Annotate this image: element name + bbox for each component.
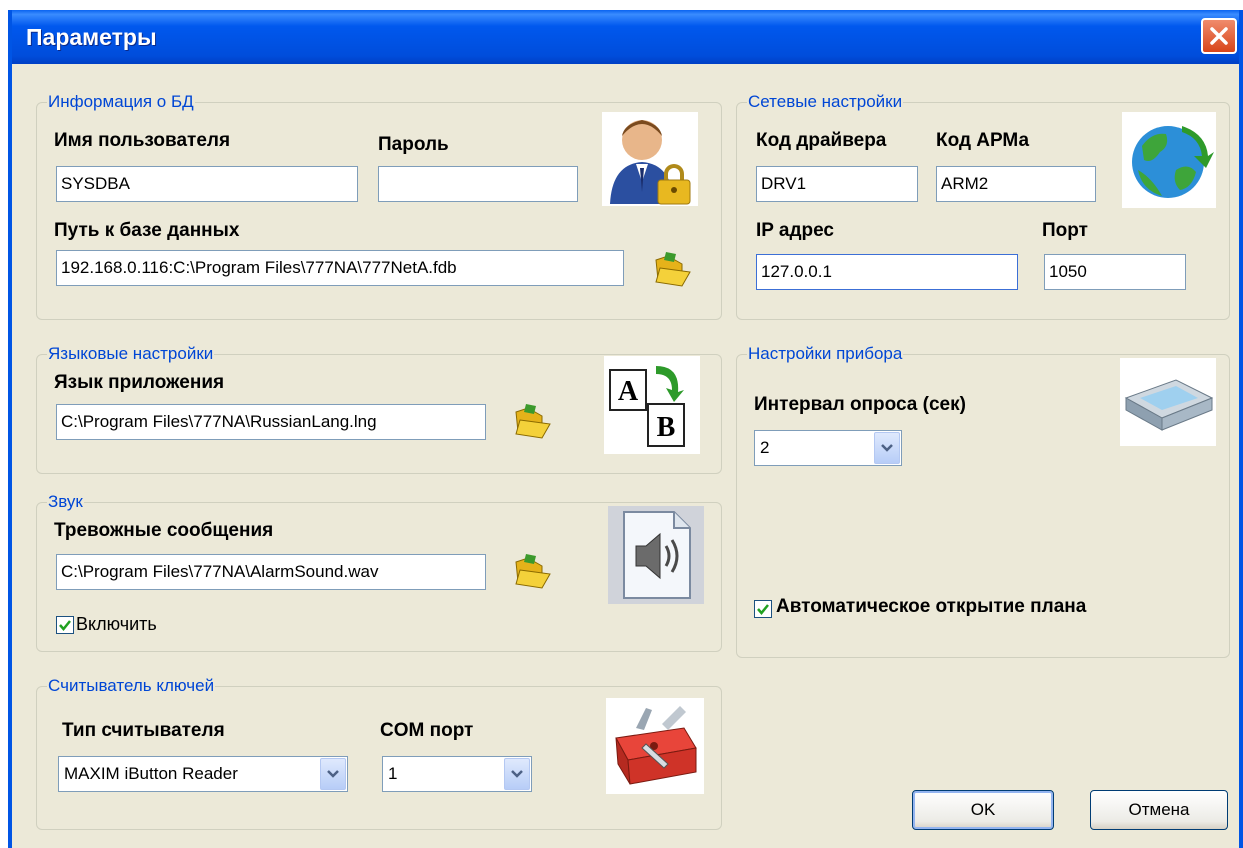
chevron-down-icon: [327, 770, 339, 778]
reader-type-dropdown-button[interactable]: [320, 758, 346, 790]
poll-interval-dropdown-button[interactable]: [874, 432, 900, 464]
db-path-label: Путь к базе данных: [54, 220, 240, 241]
ip-address-label: IP адрес: [756, 220, 835, 241]
db-path-field[interactable]: 192.168.0.116:C:\Program Files\777NA\777…: [56, 250, 624, 286]
checkmark-icon: [59, 620, 71, 631]
poll-interval-value: 2: [760, 438, 770, 457]
language-legend: Языковые настройки: [48, 344, 214, 363]
parameters-dialog: Параметры Информация о БД Имя пользовате…: [8, 10, 1243, 848]
svg-text:A: A: [618, 376, 639, 407]
network-legend: Сетевые настройки: [748, 92, 903, 111]
poll-interval-select[interactable]: 2: [754, 430, 902, 466]
username-label: Имя пользователя: [54, 130, 231, 151]
sound-legend: Звук: [48, 492, 83, 511]
svg-text:B: B: [657, 412, 676, 443]
translate-icon: A B: [604, 356, 700, 454]
close-button[interactable]: [1201, 18, 1237, 54]
driver-code-field[interactable]: DRV1: [756, 166, 918, 202]
globe-icon: [1122, 112, 1216, 208]
ok-button[interactable]: OK: [912, 790, 1054, 830]
alarm-messages-label: Тревожные сообщения: [54, 520, 274, 541]
username-field[interactable]: SYSDBA: [56, 166, 358, 202]
language-browse-button[interactable]: [512, 402, 552, 440]
port-label: Порт: [1042, 220, 1088, 241]
device-legend: Настройки прибора: [748, 344, 903, 363]
db-info-legend: Информация о БД: [48, 92, 194, 111]
dialog-client-area: Информация о БД Имя пользователя SYSDBA …: [12, 64, 1239, 848]
password-field[interactable]: [378, 166, 578, 202]
password-label: Пароль: [378, 134, 449, 155]
cancel-button[interactable]: Отмена: [1090, 790, 1228, 830]
toolbox-icon: [606, 698, 704, 794]
app-language-field[interactable]: C:\Program Files\777NA\RussianLang.lng: [56, 404, 486, 440]
user-lock-icon: [602, 112, 698, 206]
com-port-select[interactable]: 1: [382, 756, 532, 792]
com-port-dropdown-button[interactable]: [504, 758, 530, 790]
enable-sound-label[interactable]: Включить: [76, 614, 157, 635]
app-language-label: Язык приложения: [54, 372, 225, 393]
key-reader-legend: Считыватель ключей: [48, 676, 215, 695]
scanner-device-icon: [1120, 358, 1216, 446]
open-folder-icon: [655, 252, 691, 287]
title-bar[interactable]: Параметры: [12, 10, 1239, 64]
com-port-label: COM порт: [380, 720, 474, 741]
alarm-sound-browse-button[interactable]: [512, 552, 552, 590]
driver-code-label: Код драйвера: [756, 130, 887, 151]
ip-address-field[interactable]: 127.0.0.1: [756, 254, 1018, 290]
poll-interval-label: Интервал опроса (сек): [754, 394, 966, 415]
reader-type-select[interactable]: MAXIM iButton Reader: [58, 756, 348, 792]
window-title: Параметры: [26, 24, 157, 50]
enable-sound-checkbox[interactable]: [56, 616, 74, 634]
auto-open-plan-label[interactable]: Автоматическое открытие плана: [776, 596, 1086, 618]
chevron-down-icon: [881, 444, 893, 452]
auto-open-plan-checkbox[interactable]: [754, 600, 772, 618]
reader-type-label: Тип считывателя: [62, 720, 225, 741]
arm-code-field[interactable]: ARM2: [936, 166, 1096, 202]
port-field[interactable]: 1050: [1044, 254, 1186, 290]
alarm-sound-field[interactable]: C:\Program Files\777NA\AlarmSound.wav: [56, 554, 486, 590]
checkmark-icon: [757, 604, 769, 615]
chevron-down-icon: [511, 770, 523, 778]
reader-type-value: MAXIM iButton Reader: [64, 764, 238, 783]
open-folder-icon: [515, 554, 551, 589]
db-path-browse-button[interactable]: [652, 250, 692, 288]
close-icon: [1210, 27, 1228, 45]
sound-file-icon: [608, 506, 704, 604]
com-port-value: 1: [388, 764, 398, 783]
open-folder-icon: [515, 404, 551, 439]
arm-code-label: Код АРМа: [936, 130, 1030, 151]
